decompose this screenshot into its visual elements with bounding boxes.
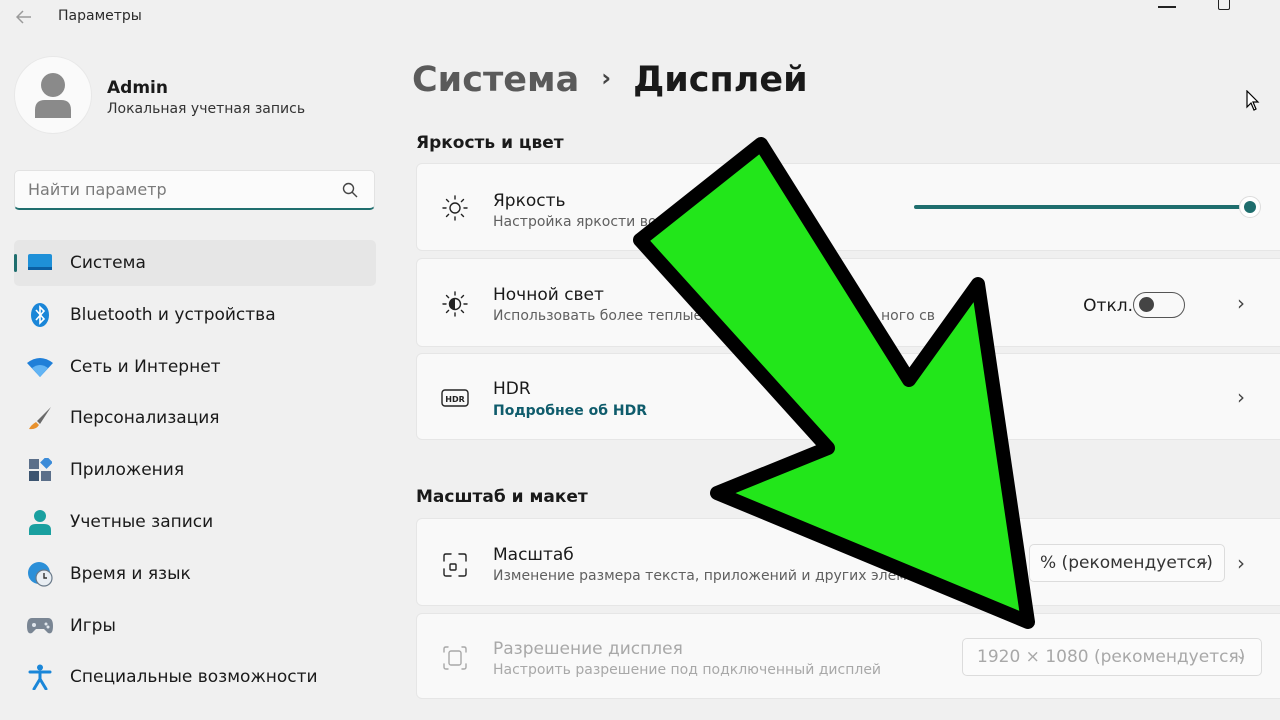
sidebar-item-accessibility[interactable]: Специальные возможности [14, 654, 376, 700]
back-arrow-icon [16, 10, 31, 24]
scale-card[interactable]: Масштаб Изменение размера текста, прилож… [416, 518, 1280, 606]
sidebar-item-label: Сеть и Интернет [70, 356, 221, 377]
chevron-right-icon: › [1237, 385, 1245, 409]
brightness-title: Яркость [493, 191, 566, 211]
clock-globe-icon [26, 560, 54, 588]
user-avatar-icon [35, 73, 71, 118]
user-name: Admin [107, 78, 168, 98]
user-profile[interactable]: Admin Локальная учетная запись [14, 56, 305, 134]
night-light-icon [441, 290, 469, 318]
avatar [14, 56, 92, 134]
search-input[interactable] [28, 180, 328, 199]
mouse-cursor-icon [1246, 90, 1260, 111]
sidebar-item-label: Приложения [70, 460, 185, 481]
scale-dropdown[interactable]: % (рекомендуется) ⌄ [1029, 544, 1225, 582]
hdr-card[interactable]: HDR HDR Подробнее об HDR › [416, 353, 1280, 440]
sidebar-item-time-language[interactable]: Время и язык [14, 551, 376, 597]
title-bar: Параметры [0, 0, 1280, 34]
sidebar-item-accounts[interactable]: Учетные записи [14, 499, 376, 545]
hdr-learn-more-link[interactable]: Подробнее об HDR [493, 403, 647, 419]
sidebar-nav: Система Bluetooth и устройства Сеть и Ин… [14, 240, 376, 706]
section-title-scale-layout: Масштаб и макет [416, 487, 588, 507]
resolution-title: Разрешение дисплея [493, 639, 683, 659]
breadcrumb-parent[interactable]: Система [412, 60, 579, 100]
sidebar-item-apps[interactable]: Приложения [14, 447, 376, 493]
page-title: Дисплей [633, 60, 808, 100]
chevron-right-icon: › [1237, 551, 1245, 575]
sidebar-item-label: Система [70, 253, 146, 273]
wifi-icon [26, 353, 54, 381]
scale-title: Масштаб [493, 545, 574, 565]
sidebar-item-label: Время и язык [70, 563, 191, 584]
resolution-icon [441, 644, 469, 672]
apps-icon [26, 456, 54, 484]
resolution-dropdown[interactable]: 1920 × 1080 (рекомендуется) ⌄ [962, 638, 1262, 676]
brush-icon [26, 404, 54, 432]
brightness-slider-thumb[interactable] [1239, 196, 1261, 218]
night-light-subtitle-tail: ного св [881, 308, 936, 324]
gamepad-icon [26, 612, 54, 640]
sidebar-item-label: Персонализация [70, 408, 220, 429]
sidebar-item-personalization[interactable]: Персонализация [14, 395, 376, 441]
resolution-card: Разрешение дисплея Настроить разрешение … [416, 613, 1280, 699]
scale-icon [441, 551, 469, 579]
brightness-slider-track[interactable] [914, 205, 1244, 209]
sidebar-item-label: Специальные возможности [70, 667, 318, 688]
search-box[interactable] [14, 170, 375, 210]
system-icon [26, 249, 54, 277]
hdr-title: HDR [493, 379, 531, 399]
resolution-subtitle: Настроить разрешение под подключенный ди… [493, 662, 882, 678]
chevron-down-icon: ⌄ [1235, 647, 1247, 663]
resolution-value: 1920 × 1080 (рекомендуется) [977, 647, 1246, 667]
night-light-card[interactable]: Ночной свет Использовать более теплые но… [416, 258, 1280, 347]
sidebar-item-network[interactable]: Сеть и Интернет [14, 344, 376, 390]
back-button[interactable] [12, 6, 36, 28]
app-title: Параметры [58, 8, 142, 24]
scale-value: % (рекомендуется) [1040, 553, 1213, 573]
night-light-title: Ночной свет [493, 285, 604, 305]
hdr-icon: HDR [441, 384, 469, 412]
account-icon [26, 508, 54, 536]
search-icon [342, 182, 358, 198]
section-title-brightness-color: Яркость и цвет [416, 133, 564, 153]
accessibility-icon [26, 663, 54, 691]
chevron-right-icon: › [1237, 291, 1245, 315]
breadcrumb-separator: › [601, 64, 612, 92]
scale-subtitle: Изменение размера текста, приложений и д… [493, 568, 916, 584]
brightness-subtitle: Настройка яркости во [493, 214, 657, 230]
night-light-state-label: Откл. [1083, 296, 1133, 316]
account-type: Локальная учетная запись [107, 101, 306, 117]
night-light-subtitle: Использовать более теплые [493, 308, 703, 324]
sidebar-item-label: Bluetooth и устройства [70, 304, 276, 325]
sidebar-item-label: Игры [70, 615, 116, 636]
maximize-button[interactable] [1218, 0, 1230, 10]
sidebar-item-system[interactable]: Система [14, 240, 376, 286]
svg-text:HDR: HDR [445, 395, 465, 404]
minimize-button[interactable] [1158, 6, 1176, 8]
sun-icon [441, 194, 469, 222]
night-light-toggle[interactable] [1133, 292, 1185, 318]
chevron-down-icon: ⌄ [1198, 553, 1210, 569]
sidebar-item-bluetooth[interactable]: Bluetooth и устройства [14, 292, 376, 338]
sidebar-item-gaming[interactable]: Игры [14, 603, 376, 649]
sidebar-item-label: Учетные записи [70, 511, 214, 532]
breadcrumb: Система › Дисплей [412, 60, 808, 100]
bluetooth-icon [26, 301, 54, 329]
